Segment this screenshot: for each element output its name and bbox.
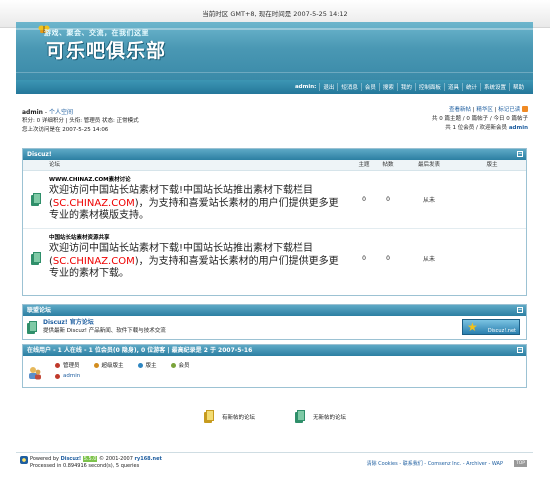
forum-last-post: 从未 xyxy=(422,255,435,263)
forum-name[interactable]: WWW.CHINAZ.COM素材讨论 xyxy=(49,175,348,183)
discuz-link[interactable]: Discuz! xyxy=(61,456,82,462)
forum-table-header: 论坛 主题 帖数 最后发表 版主 xyxy=(23,160,526,171)
forum-row: WWW.CHINAZ.COM素材讨论 欢迎访问中国站长站素材下载!中国站长站推出… xyxy=(23,171,526,229)
menu-item-stats[interactable]: 统计 xyxy=(461,83,480,91)
forum-posts: 0 xyxy=(386,196,390,203)
forum-moderator xyxy=(458,171,526,228)
rss-icon[interactable] xyxy=(522,106,528,112)
footer-credits: Powered by Discuz! 5.5.0 © 2001-2007 ry1… xyxy=(30,456,162,469)
menu-item-user[interactable]: admin: xyxy=(292,84,319,90)
menu-item-control-panel[interactable]: 控制面板 xyxy=(414,83,444,91)
online-user[interactable]: admin xyxy=(63,373,80,379)
last-visit: 您上次访问是在 2007-5-25 14:06 xyxy=(22,127,109,133)
forum-description: 欢迎访问中国站长站素材下载!中国站长站推出素材下载栏目(SC.CHINAZ.CO… xyxy=(49,243,339,279)
username[interactable]: admin xyxy=(22,109,43,116)
menu-item-search[interactable]: 搜索 xyxy=(378,83,397,91)
category-header: Discuz! − xyxy=(23,149,526,160)
personal-space-link[interactable]: 个人空间 xyxy=(49,109,73,116)
header-stripe-2 xyxy=(16,72,533,73)
league-description: 提供最新 Discuz! 产品新闻、软件下载与技术交流 xyxy=(43,328,166,334)
category-title[interactable]: Discuz! xyxy=(27,151,52,158)
menu-item-members[interactable]: 会员 xyxy=(360,83,379,91)
online-title: 在线用户 - 1 人在线 - 1 位会员(0 隐身), 0 位游客 | 最高纪录… xyxy=(27,347,253,354)
no-new-posts-folder-icon xyxy=(295,410,305,423)
menu-item-messages[interactable]: 短消息 xyxy=(337,83,361,91)
super-mod-group-icon xyxy=(93,362,99,368)
forum-posts: 0 xyxy=(386,254,390,262)
user-credits: 积分: 0 详细积分 | 头衔: 管理员 状态: 正常模式 xyxy=(22,118,139,124)
member-stats: 共 1 位会员 / 欢迎新会员 xyxy=(445,125,509,131)
newest-member-link[interactable]: admin xyxy=(509,125,528,131)
collapse-icon[interactable]: − xyxy=(517,151,523,157)
new-posts-folder-icon xyxy=(203,410,214,423)
users-icon xyxy=(29,367,41,380)
member-group-icon xyxy=(170,362,176,368)
league-item: Discuz! 官方论坛 提供最新 Discuz! 产品新闻、软件下载与技术交流… xyxy=(23,316,526,338)
mark-read-link[interactable]: 标记已读 xyxy=(498,107,520,113)
menu-item-help[interactable]: 帮助 xyxy=(508,83,527,91)
star-icon: ★ xyxy=(467,320,478,334)
version-badge: 5.5.0 xyxy=(82,456,98,462)
league-logo[interactable]: ★ Discuz!.net xyxy=(462,319,520,335)
time-text: 当前时区 GMT+8, 现在时间是 2007-5-25 14:12 xyxy=(202,10,348,18)
league-title: 联盟论坛 xyxy=(27,307,52,314)
site-footer: Powered by Discuz! 5.5.0 © 2001-2007 ry1… xyxy=(16,452,533,472)
forum-moderator xyxy=(458,229,526,287)
menu-item-settings[interactable]: 系统设置 xyxy=(479,83,509,91)
main-menu: admin: 退出 短消息 会员 搜索 我的 控制面板 道具 统计 系统设置 帮… xyxy=(16,80,533,94)
processed-info: Processed in 0.894916 second(s), 5 queri… xyxy=(30,463,140,469)
menu-item-tools[interactable]: 道具 xyxy=(443,83,462,91)
col-topics: 主题 xyxy=(358,162,370,168)
collapse-icon[interactable]: − xyxy=(517,307,523,313)
forum-topics: 0 xyxy=(362,254,366,262)
forum-icon-legend: 有新帖的论坛 无新帖的论坛 xyxy=(0,410,550,423)
forum-folder-icon xyxy=(31,193,41,206)
forum-name[interactable]: 中国站长站素材资源共享 xyxy=(49,233,348,241)
post-stats: 共 0 篇主题 / 0 篇帖子 / 今日 0 篇帖子 xyxy=(432,116,528,122)
forum-folder-icon xyxy=(31,251,41,265)
forum-description: 欢迎访问中国站长站素材下载!中国站长站推出素材下载栏目(SC.CHINAZ.CO… xyxy=(49,185,339,221)
forum-last-post: 从未 xyxy=(422,197,435,204)
site-header: 游戏、聚会、交流，在我们这里 可乐吧俱乐部 xyxy=(16,22,533,80)
forum-page: 当前时区 GMT+8, 现在时间是 2007-5-25 14:12 游戏、聚会、… xyxy=(0,0,550,480)
site-link[interactable]: ry168.net xyxy=(135,456,162,462)
league-header: 联盟论坛 − xyxy=(23,305,526,316)
user-info: admin - 个人空间 积分: 0 详细积分 | 头衔: 管理员 状态: 正常… xyxy=(22,108,322,135)
digest-link[interactable]: 精华区 xyxy=(476,107,493,113)
forum-row: 中国站长站素材资源共享 欢迎访问中国站长站素材下载!中国站长站推出素材下载栏目(… xyxy=(23,229,526,287)
league-name[interactable]: Discuz! 官方论坛 xyxy=(43,319,166,327)
admin-user-icon xyxy=(55,373,60,379)
online-user-list: admin xyxy=(23,371,526,381)
league-forums: 联盟论坛 − Discuz! 官方论坛 提供最新 Discuz! 产品新闻、软件… xyxy=(22,304,527,340)
forum-topics: 0 xyxy=(362,196,366,203)
col-last-post: 最后发表 xyxy=(417,162,440,168)
col-moderator: 版主 xyxy=(486,162,498,168)
col-posts: 帖数 xyxy=(382,162,394,168)
legend-new: 有新帖的论坛 xyxy=(221,414,255,421)
back-to-top-button[interactable]: TOP xyxy=(513,460,527,467)
menu-item-my[interactable]: 我的 xyxy=(396,83,415,91)
user-group-legend: 管理员 超级版主 版主 会员 xyxy=(23,356,526,371)
admin-group-icon xyxy=(55,362,60,368)
new-posts-link[interactable]: 查看新帖 xyxy=(449,107,471,113)
menu-item-logout[interactable]: 退出 xyxy=(319,83,337,91)
mod-group-icon xyxy=(137,362,143,368)
online-header: 在线用户 - 1 人在线 - 1 位会员(0 隐身), 0 位游客 | 最高纪录… xyxy=(23,345,526,356)
collapse-icon[interactable]: − xyxy=(517,347,523,353)
category-discuz: Discuz! − 论坛 主题 帖数 最后发表 版主 WWW.CHINAZ.CO… xyxy=(22,148,527,296)
discuz-logo-icon xyxy=(20,456,28,464)
legend-no-new: 无新帖的论坛 xyxy=(313,414,347,421)
forum-folder-icon xyxy=(27,320,37,334)
footer-links[interactable]: 清除 Cookies - 联系我们 - Comsenz Inc. - Archi… xyxy=(367,461,503,468)
board-stats: 查看新帖 | 精华区 | 标记已读 共 0 篇主题 / 0 篇帖子 / 今日 0… xyxy=(432,106,528,131)
online-users: 在线用户 - 1 人在线 - 1 位会员(0 隐身), 0 位游客 | 最高纪录… xyxy=(22,344,527,388)
col-forum: 论坛 xyxy=(49,162,61,168)
site-logo[interactable]: 可乐吧俱乐部 xyxy=(46,36,166,63)
